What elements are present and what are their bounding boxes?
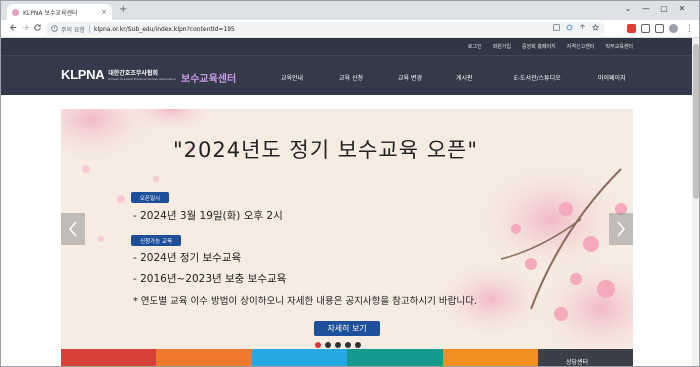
tab-title: KLPNA 보수교육센터 — [23, 9, 78, 17]
quick-menu-tile[interactable] — [61, 349, 156, 366]
course-item: - 2016년~2023년 보충 보수교육 — [133, 273, 287, 285]
menu-mypage[interactable]: 마이페이지 — [598, 73, 626, 82]
chevron-right-icon — [617, 221, 625, 237]
reload-icon[interactable] — [33, 23, 42, 36]
slide-dot[interactable] — [335, 342, 341, 348]
logo-korean: 대한간호조무사협회 — [108, 70, 158, 77]
menu-education-info[interactable]: 교육안내 — [281, 73, 303, 82]
translate-icon[interactable] — [553, 24, 560, 31]
tab-close-icon[interactable]: × — [101, 8, 107, 16]
url-text[interactable]: klpna.or.kr/Sub_edu/index.klpn?contentId… — [94, 26, 235, 33]
utility-bar: 로그인 회원가입 중앙회 홈페이지 자격신고센터 직무교육센터 — [1, 38, 699, 55]
quick-menu-tile[interactable] — [347, 349, 443, 366]
close-window-button[interactable]: ✕ — [675, 3, 689, 15]
menu-education-apply[interactable]: 교육 신청 — [339, 73, 363, 82]
browser-window: KLPNA 보수교육센터 × + ⌄ — ▢ ✕ 주의 요함 klpna.or.… — [0, 0, 700, 367]
maximize-button[interactable]: ▢ — [657, 3, 671, 15]
available-courses-badge: 신청가능 교육 — [131, 235, 181, 246]
notice-text: * 연도별 교육 이수 방법이 상이하오니 자세한 내용은 공지사항을 참고하시… — [133, 296, 477, 307]
slide-dot[interactable] — [315, 342, 321, 348]
scrollbar-thumb[interactable] — [693, 44, 699, 199]
open-date-badge: 오픈일시 — [131, 192, 169, 203]
slide-indicators — [315, 342, 361, 348]
forward-icon[interactable] — [21, 23, 30, 36]
hero-title: "2024년도 정기 보수교육 오픈" — [173, 138, 478, 162]
counseling-center-tab[interactable]: 상담센터 — [538, 349, 633, 366]
back-icon[interactable] — [9, 23, 18, 36]
extension-icon[interactable] — [627, 24, 636, 33]
quick-menu-tile[interactable] — [252, 349, 347, 366]
warning-icon[interactable] — [51, 24, 58, 34]
quick-menu-tile[interactable] — [156, 349, 252, 366]
new-tab-button[interactable]: + — [119, 5, 127, 15]
detail-button[interactable]: 자세히 보기 — [314, 321, 380, 336]
quick-menu-tile[interactable] — [443, 349, 538, 366]
course-item: - 2024년 정기 보수교육 — [133, 252, 242, 264]
slide-dot[interactable] — [325, 342, 331, 348]
security-label[interactable]: 주의 요함 — [61, 25, 85, 34]
open-date-text: - 2024년 3월 19일(화) 오후 2시 — [133, 210, 283, 222]
main-nav: KLPNA 대한간호조무사협회 Korean Licensed Practica… — [1, 55, 699, 95]
address-bar[interactable]: 주의 요함 klpna.or.kr/Sub_edu/index.klpn?con… — [45, 22, 605, 36]
tab-search-icon[interactable]: ⌄ — [621, 3, 635, 15]
menu-board[interactable]: 게시판 — [456, 73, 473, 82]
chevron-left-icon — [69, 221, 77, 237]
prev-slide-button[interactable] — [61, 213, 85, 245]
more-menu-icon[interactable]: ⋮ — [685, 23, 694, 35]
profile-avatar[interactable] — [669, 24, 678, 33]
browser-toolbar: 주의 요함 klpna.or.kr/Sub_edu/index.klpn?con… — [1, 20, 699, 38]
license-report-link[interactable]: 자격신고센터 — [567, 43, 595, 50]
slide-dot[interactable] — [355, 342, 361, 348]
site-title[interactable]: 보수교육센터 — [181, 70, 236, 85]
signup-link[interactable]: 회원가입 — [493, 43, 511, 50]
quick-menu-bar — [61, 349, 538, 366]
site-favicon-icon — [12, 8, 19, 16]
menu-elibrary[interactable]: E-도서관/스튜디오 — [514, 73, 561, 82]
site-logo[interactable]: KLPNA 대한간호조무사협회 Korean Licensed Practica… — [61, 67, 176, 82]
job-education-link[interactable]: 직무교육센터 — [605, 43, 633, 50]
browser-tab[interactable]: KLPNA 보수교육센터 × — [7, 4, 112, 20]
minimize-button[interactable]: — — [639, 3, 653, 15]
tab-strip: KLPNA 보수교육센터 × + ⌄ — ▢ ✕ — [1, 1, 699, 20]
share-icon[interactable] — [579, 24, 586, 31]
separator — [89, 25, 90, 33]
next-slide-button[interactable] — [609, 213, 633, 245]
slide-dot[interactable] — [345, 342, 351, 348]
page-scrollbar[interactable] — [692, 38, 699, 366]
counseling-center-label: 상담센터 — [566, 359, 589, 366]
sidepanel-icon[interactable] — [655, 24, 664, 33]
omnibox-actions — [553, 24, 599, 31]
google-icon[interactable] — [566, 24, 573, 31]
hero-banner: "2024년도 정기 보수교육 오픈" 오픈일시 - 2024년 3월 19일(… — [61, 109, 633, 349]
login-link[interactable]: 로그인 — [468, 43, 482, 50]
logo-english: Korean Licensed Practical Nurses Associa… — [108, 77, 176, 81]
puzzle-icon[interactable] — [641, 24, 650, 33]
logo-mark: KLPNA — [61, 67, 105, 82]
bookmark-star-icon[interactable] — [592, 24, 599, 31]
hq-homepage-link[interactable]: 중앙회 홈페이지 — [522, 43, 556, 50]
menu-education-change[interactable]: 교육 변경 — [398, 73, 422, 82]
